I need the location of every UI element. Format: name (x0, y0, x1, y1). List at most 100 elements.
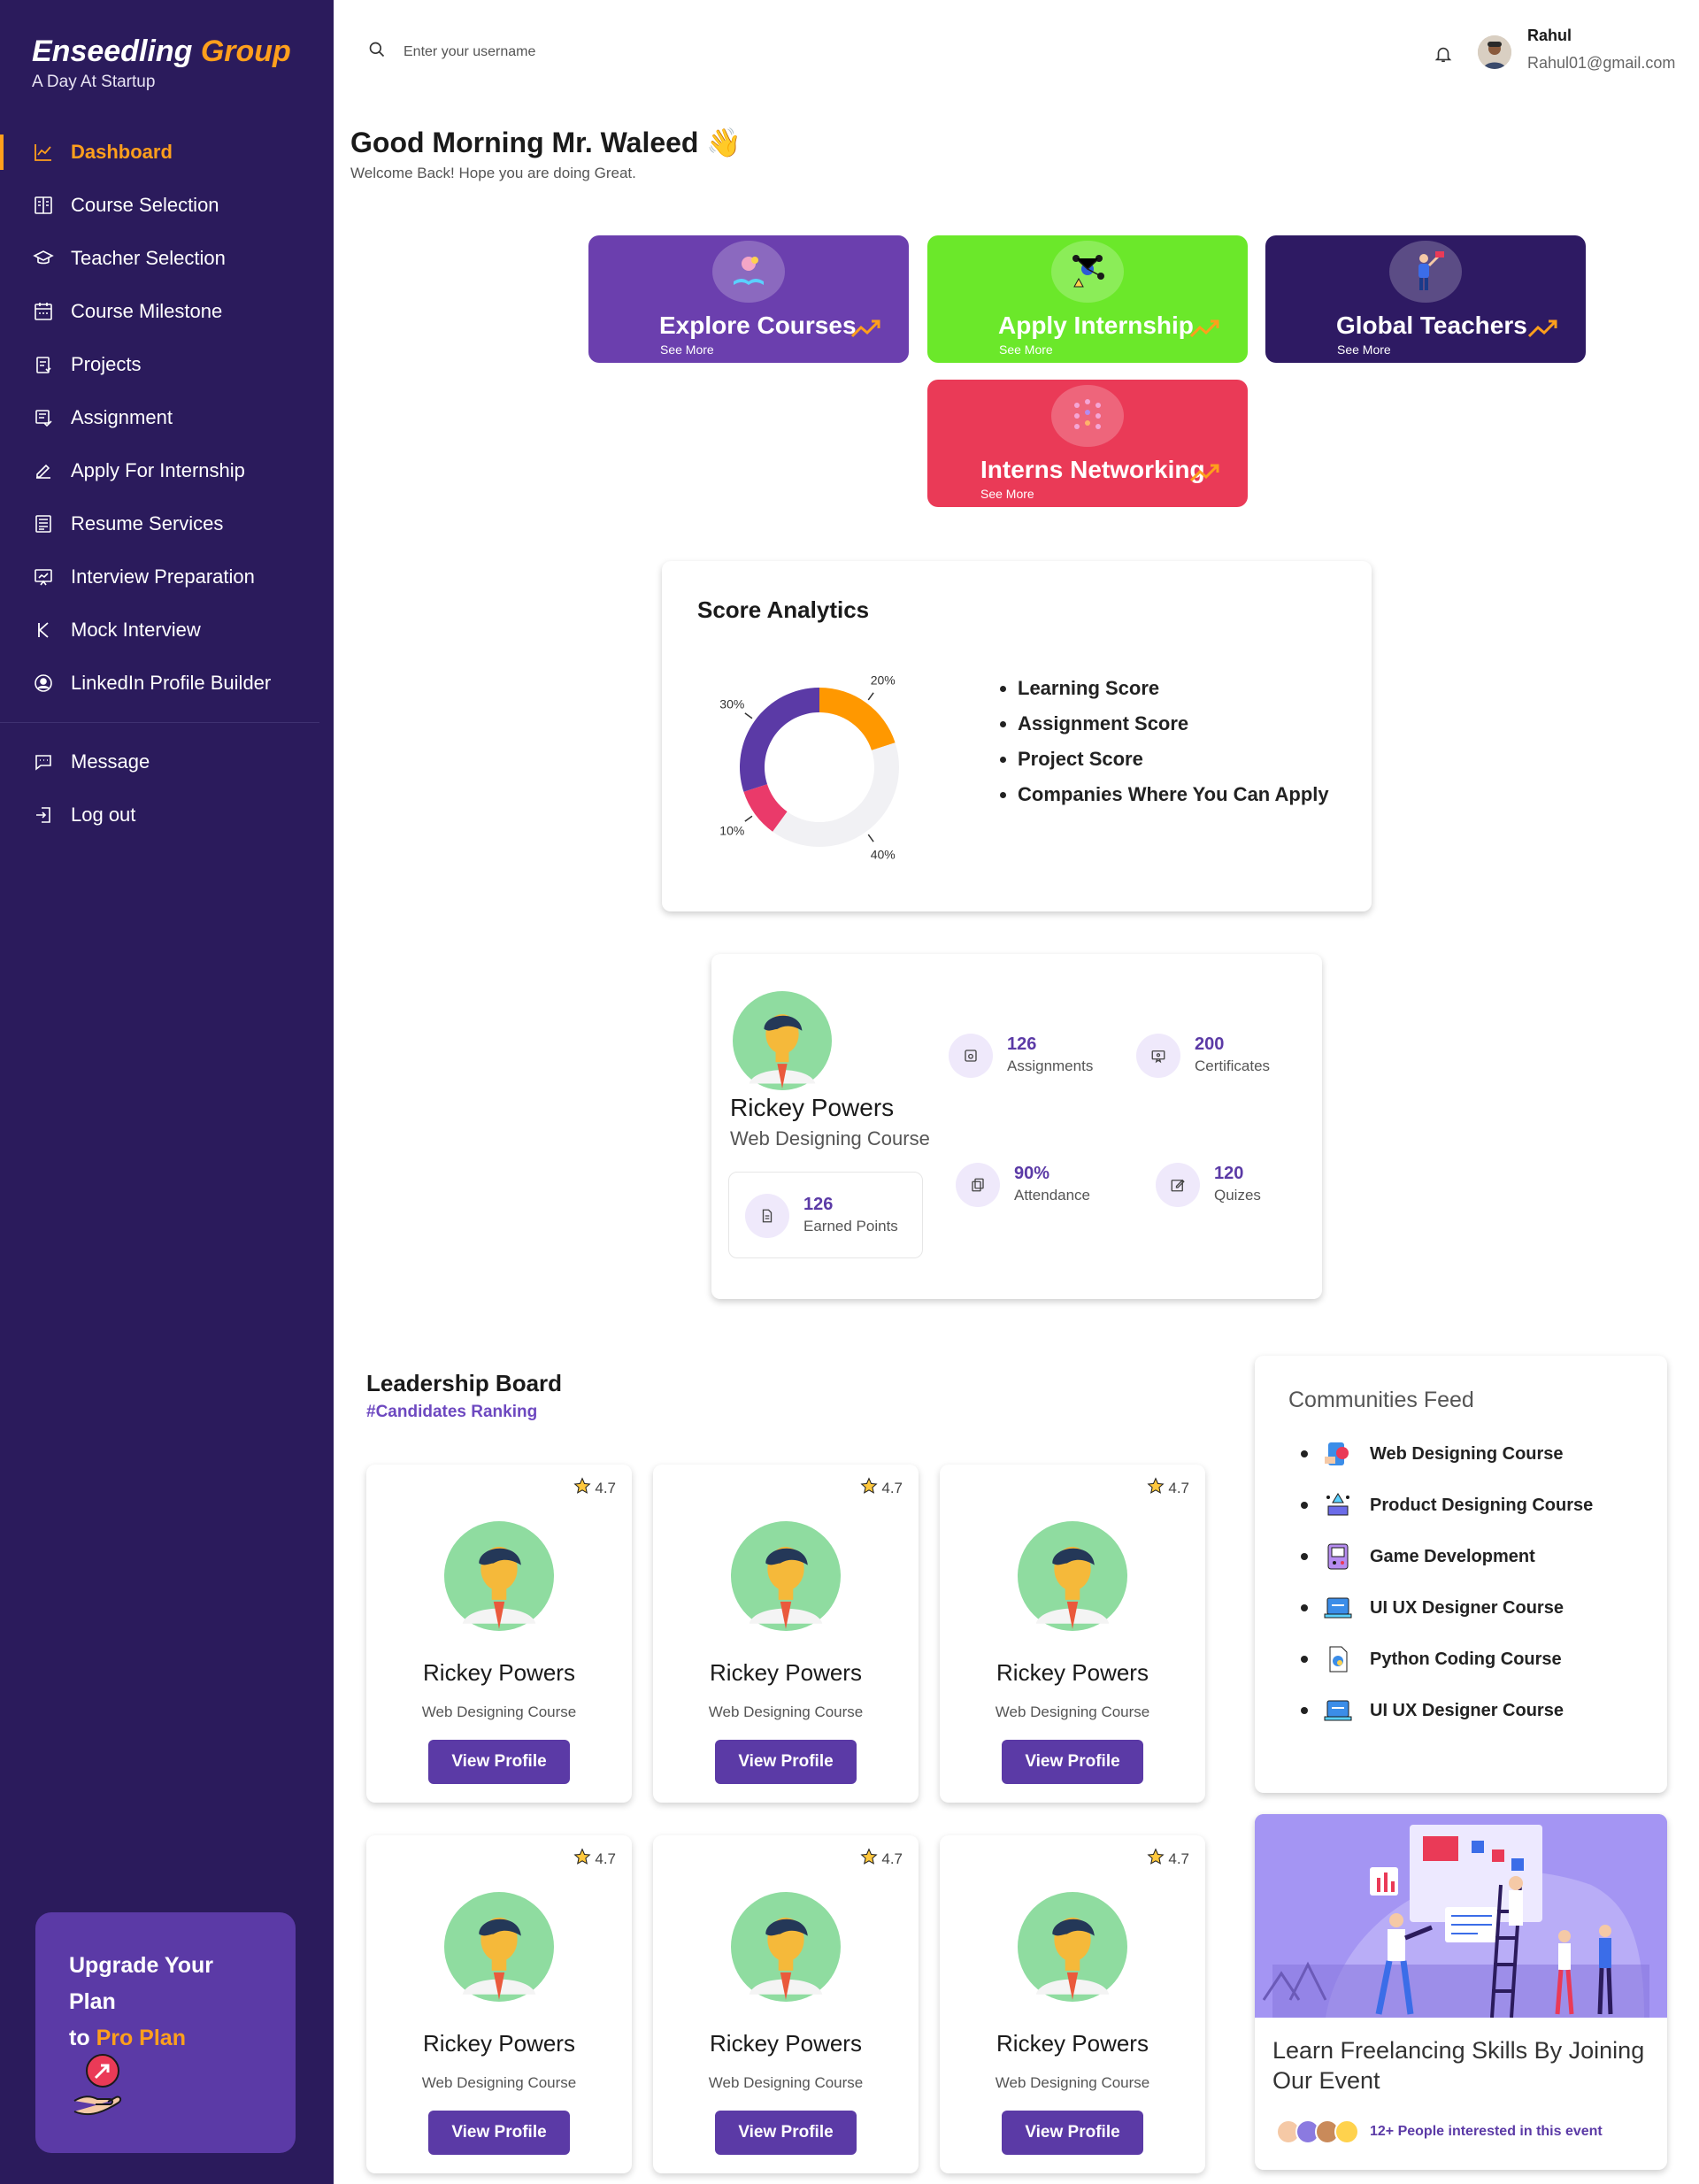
avatar[interactable] (1478, 35, 1511, 69)
tile-see-more[interactable]: See More (1337, 342, 1391, 357)
community-item[interactable]: Game Development (1301, 1531, 1593, 1582)
bullet (1301, 1450, 1308, 1457)
community-label: Game Development (1370, 1546, 1535, 1566)
sidebar-item-course-selection[interactable]: Course Selection (0, 179, 334, 232)
donut-label: 10% (719, 824, 744, 838)
candidate-avatar (1018, 1521, 1127, 1635)
candidate-course: Web Designing Course (995, 1703, 1150, 1720)
community-item[interactable]: UI UX Designer Course (1301, 1582, 1593, 1634)
tile-see-more[interactable]: See More (980, 487, 1034, 501)
book-icon (32, 194, 55, 217)
assignment-stat-icon (949, 1034, 993, 1078)
sidebar-item-dashboard[interactable]: Dashboard (0, 126, 334, 179)
event-card[interactable]: Learn Freelancing Skills By Joining Our … (1255, 1814, 1667, 2170)
trend-arrow-icon (1189, 319, 1221, 342)
tile-title: Apply Internship (998, 311, 1194, 339)
presentation-icon (32, 565, 55, 588)
community-item[interactable]: Python Coding Course (1301, 1634, 1593, 1685)
star-icon (860, 1477, 878, 1499)
donut-slice (740, 688, 819, 792)
search-bar[interactable] (368, 41, 669, 63)
sidebar-item-apply-internship[interactable]: Apply For Internship (0, 444, 334, 497)
candidate-name: Rickey Powers (996, 2030, 1149, 2057)
community-item[interactable]: UI UX Designer Course (1301, 1685, 1593, 1736)
candidate-course: Web Designing Course (421, 2074, 577, 2091)
bullet (1301, 1502, 1308, 1509)
brand-name: Enseedling (32, 35, 193, 68)
candidate-course: Web Designing Course (995, 2074, 1150, 2091)
tile-global-teachers[interactable]: Global Teachers See More (1265, 235, 1586, 363)
sidebar-item-label: Resume Services (71, 512, 224, 534)
earned-points-value: 126 (803, 1195, 834, 1214)
view-profile-button[interactable]: View Profile (428, 2111, 570, 2155)
explore-courses-icon (712, 241, 785, 303)
certificates-stat: 200 Certificates (1136, 1034, 1270, 1078)
view-profile-button[interactable]: View Profile (715, 2111, 857, 2155)
tile-explore-courses[interactable]: Explore Courses See More (588, 235, 909, 363)
sidebar-item-label: Interview Preparation (71, 565, 255, 588)
event-title: Learn Freelancing Skills By Joining Our … (1272, 2037, 1645, 2094)
brand-tagline: A Day At Startup (32, 73, 156, 91)
stat-label: Assignments (1007, 1057, 1094, 1074)
communities-title: Communities Feed (1288, 1388, 1474, 1412)
earned-points-stat: 126 Earned Points (745, 1194, 898, 1238)
k-icon (32, 619, 55, 642)
view-profile-button[interactable]: View Profile (715, 1740, 857, 1784)
candidate-avatar (444, 1521, 554, 1635)
sidebar-item-label: Message (71, 750, 150, 773)
sidebar-item-logout[interactable]: Log out (0, 788, 334, 842)
upgrade-line1: Upgrade Your Plan (69, 1953, 213, 2014)
candidate-name: Rickey Powers (996, 1659, 1149, 1686)
sidebar-item-teacher-selection[interactable]: Teacher Selection (0, 232, 334, 285)
leaderboard-card: 4.7 Rickey Powers Web Designing Course View… (653, 1465, 919, 1803)
community-item[interactable]: Product Designing Course (1301, 1480, 1593, 1531)
donut-label-leader (867, 692, 874, 701)
document-icon (32, 512, 55, 535)
score-legend-item: Companies Where You Can Apply (1018, 777, 1329, 812)
donut-label: 30% (719, 696, 744, 711)
interns-networking-icon (1051, 385, 1124, 447)
tile-interns-networking[interactable]: Interns Networking See More (927, 380, 1248, 507)
upgrade-accent: Pro Plan (96, 2026, 186, 2050)
assignment-icon (32, 406, 55, 429)
rating: 4.7 (860, 1477, 903, 1499)
clipboard-icon (32, 353, 55, 376)
sidebar-item-message[interactable]: Message (0, 735, 334, 788)
candidate-course: Web Designing Course (708, 2074, 864, 2091)
user-email: Rahul01@gmail.com (1527, 54, 1676, 72)
sidebar-item-label: LinkedIn Profile Builder (71, 672, 272, 694)
rating-value: 4.7 (881, 1849, 903, 1867)
view-profile-button[interactable]: View Profile (1002, 1740, 1143, 1784)
community-label: Python Coding Course (1370, 1649, 1562, 1669)
tile-apply-internship[interactable]: Apply Internship See More (927, 235, 1248, 363)
sidebar-nav: Dashboard Course Selection Teacher Selec… (0, 126, 334, 842)
rating: 4.7 (1147, 1477, 1189, 1499)
sidebar-item-projects[interactable]: Projects (0, 338, 334, 391)
bullet (1301, 1707, 1308, 1714)
sidebar-item-interview-preparation[interactable]: Interview Preparation (0, 550, 334, 604)
tile-see-more[interactable]: See More (660, 342, 714, 357)
sidebar-item-linkedin-builder[interactable]: LinkedIn Profile Builder (0, 657, 334, 710)
sidebar-item-course-milestone[interactable]: Course Milestone (0, 285, 334, 338)
profile-summary-card: Rickey Powers Web Designing Course 126 Ea… (711, 954, 1322, 1299)
assignments-stat: 126 Assignments (949, 1034, 1093, 1078)
profile-avatar (733, 991, 832, 1095)
bell-icon[interactable] (1434, 44, 1453, 68)
stat-label: Certificates (1195, 1057, 1271, 1074)
view-profile-button[interactable]: View Profile (428, 1740, 570, 1784)
sidebar-item-assignment[interactable]: Assignment (0, 391, 334, 444)
upgrade-plan-card[interactable]: Upgrade Your Plan to Pro Plan (35, 1912, 296, 2153)
user-name: Rahul (1527, 27, 1572, 44)
tile-see-more[interactable]: See More (999, 342, 1053, 357)
message-icon (32, 750, 55, 773)
view-profile-button[interactable]: View Profile (1002, 2111, 1143, 2155)
upgrade-prefix: to (69, 2026, 90, 2050)
search-input[interactable] (404, 43, 669, 60)
earned-points-box: 126 Earned Points (728, 1172, 923, 1258)
sidebar-item-resume-services[interactable]: Resume Services (0, 497, 334, 550)
candidate-avatar (444, 1892, 554, 2006)
laptop-icon (1322, 1592, 1354, 1624)
community-item[interactable]: Web Designing Course (1301, 1428, 1593, 1480)
copy-icon (956, 1163, 1000, 1207)
sidebar-item-mock-interview[interactable]: Mock Interview (0, 604, 334, 657)
